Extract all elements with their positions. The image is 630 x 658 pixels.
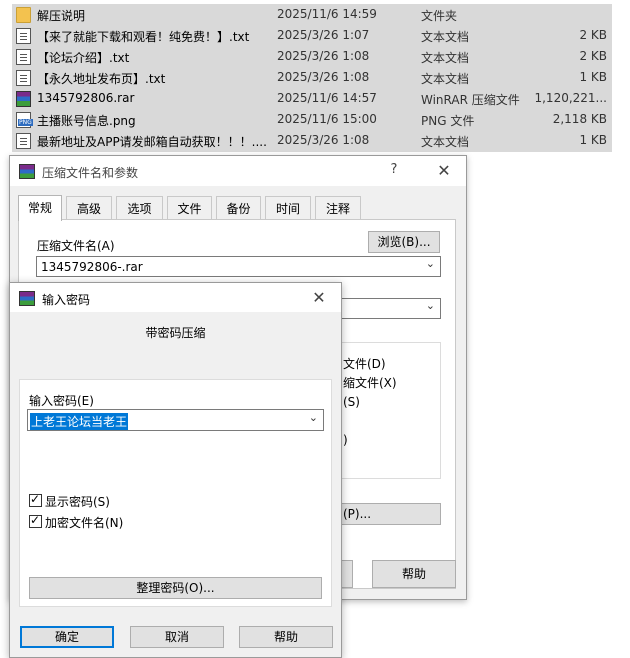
ok-button[interactable]: 确定 [20,626,114,648]
file-row-3[interactable]: 【永久地址发布页】.txt 2025/3/26 1:08 文本文档 1 KB [12,67,612,88]
chevron-down-icon[interactable]: ⌄ [309,411,318,424]
password-dialog: 输入密码 ✕ 带密码压缩 输入密码(E) 上老王论坛当老王 ⌄ 显示密码(S) … [9,282,342,658]
txt-file-icon [16,70,31,86]
file-row-2[interactable]: 【论坛介绍】.txt 2025/3/26 1:08 文本文档 2 KB [12,46,612,67]
encrypt-filenames-checkbox[interactable] [29,513,42,528]
option-create-sfx-partial[interactable]: 缩文件(X) [343,374,397,391]
txt-file-icon [16,49,31,65]
file-name: 最新地址及APP请发邮箱自动获取！！！.... [37,135,267,149]
option-delete-files-partial[interactable]: 文件(D) [343,355,386,372]
help-button[interactable]: 帮助 [372,560,456,588]
file-type: WinRAR 压缩文件 [421,93,520,107]
file-size: 2,118 KB [552,112,607,126]
organize-passwords-button[interactable]: 整理密码(O)... [29,577,322,599]
tab-backup[interactable]: 备份 [216,196,261,220]
show-password-label: 显示密码(S) [45,495,110,509]
profile-combo-partial[interactable]: ⌄ [340,298,441,319]
archive-name-value: 1345792806-.rar [41,260,143,274]
tab-comment[interactable]: 注释 [315,196,361,220]
file-type: 文本文档 [421,51,470,65]
tab-time[interactable]: 时间 [265,196,311,220]
password-input[interactable]: 上老王论坛当老王 ⌄ [27,409,324,431]
password-label: 输入密码(E) [29,394,94,408]
archive-name-combo[interactable]: 1345792806-.rar ⌄ [36,256,441,277]
file-name: 【永久地址发布页】.txt [37,72,166,86]
tab-general[interactable]: 常规 [18,195,62,221]
folder-icon [16,7,31,23]
file-type: 文本文档 [421,30,470,44]
file-list: 解压说明 2025/11/6 14:59 文件夹 【来了就能下载和观看！纯免费！… [12,4,612,152]
file-date: 2025/3/26 1:08 [277,49,370,63]
file-date: 2025/11/6 15:00 [277,112,377,126]
file-row-0[interactable]: 解压说明 2025/11/6 14:59 文件夹 [12,4,612,25]
file-row-5[interactable]: PNG 主播账号信息.png 2025/11/6 15:00 PNG 文件 2,… [12,109,612,130]
dialog-titlebar[interactable]: 压缩文件名和参数 ? ✕ [10,156,466,186]
file-size: 2 KB [579,28,607,42]
cancel-button[interactable]: 取消 [130,626,224,648]
file-type: 文本文档 [421,135,470,149]
close-icon[interactable]: ✕ [309,288,329,307]
file-type: PNG 文件 [421,114,475,128]
password-dialog-titlebar[interactable]: 输入密码 ✕ [10,283,341,312]
help-icon[interactable]: ? [384,162,404,177]
password-heading: 带密码压缩 [145,326,206,340]
winrar-app-icon [19,164,35,179]
archive-options-group: 文件(D) 缩文件(X) (S) ) [340,342,441,479]
archive-name-label: 压缩文件名(A) [37,239,115,253]
rar-file-icon [16,91,31,107]
tab-options[interactable]: 选项 [116,196,163,220]
file-size: 1,120,221... [534,91,607,105]
file-name: 【来了就能下载和观看！纯免费！】.txt [37,30,250,44]
chevron-down-icon[interactable]: ⌄ [426,257,435,270]
file-row-4[interactable]: 1345792806.rar 2025/11/6 14:57 WinRAR 压缩… [12,88,612,109]
file-size: 1 KB [579,133,607,147]
file-name: 解压说明 [37,9,86,23]
file-name: 【论坛介绍】.txt [37,51,130,65]
file-name: 主播账号信息.png [37,114,136,128]
password-value: 上老王论坛当老王 [30,413,129,430]
encrypt-filenames-label: 加密文件名(N) [45,516,124,530]
file-date: 2025/3/26 1:08 [277,70,370,84]
browse-button[interactable]: 浏览(B)... [368,231,440,253]
password-dialog-title: 输入密码 [42,293,91,307]
winrar-app-icon [19,291,35,306]
show-password-checkbox[interactable] [29,492,42,507]
file-name: 1345792806.rar [37,91,135,105]
file-row-6[interactable]: 最新地址及APP请发邮箱自动获取！！！.... 2025/3/26 1:08 文… [12,130,612,151]
set-password-button-partial[interactable]: (P)... [340,503,441,525]
txt-file-icon [16,133,31,149]
file-size: 2 KB [579,49,607,63]
dialog-title: 压缩文件名和参数 [42,166,139,180]
close-icon[interactable]: ✕ [434,161,454,180]
txt-file-icon [16,28,31,44]
file-type: 文件夹 [421,9,458,23]
tab-advanced[interactable]: 高级 [66,196,112,220]
option-solid-partial[interactable]: (S) [343,395,360,409]
option-partial[interactable]: ) [343,433,348,447]
png-file-icon: PNG [16,112,33,128]
file-date: 2025/11/6 14:57 [277,91,377,105]
file-date: 2025/3/26 1:08 [277,133,370,147]
file-date: 2025/3/26 1:07 [277,28,370,42]
file-type: 文本文档 [421,72,470,86]
file-row-1[interactable]: 【来了就能下载和观看！纯免费！】.txt 2025/3/26 1:07 文本文档… [12,25,612,46]
help-button[interactable]: 帮助 [239,626,333,648]
file-date: 2025/11/6 14:59 [277,7,377,21]
tab-files[interactable]: 文件 [167,196,212,220]
chevron-down-icon[interactable]: ⌄ [426,299,435,312]
file-size: 1 KB [579,70,607,84]
